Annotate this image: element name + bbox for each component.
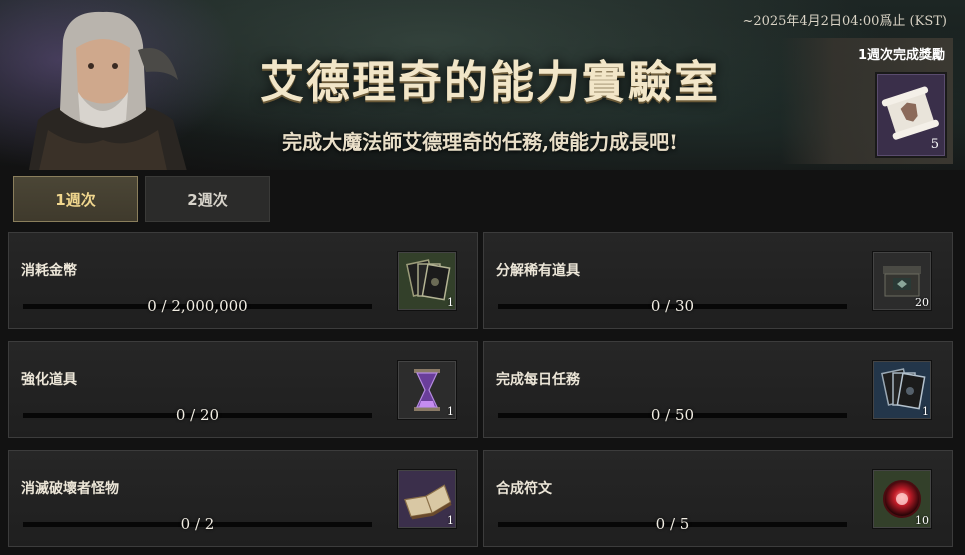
mission-progress-text: 0 / 20 [175,406,220,424]
mission-progress-text: 0 / 2,000,000 [147,297,248,315]
mission-label: 消耗金幣 [21,263,77,279]
mission-label: 合成符文 [496,481,552,497]
weekly-reward-label: 1週次完成獎勵 [857,48,945,63]
mission-card: 合成符文 0 / 5 10 [483,450,953,547]
mission-reward-count: 1 [922,405,929,418]
mission-reward-item[interactable]: 1 [397,251,457,311]
mission-label: 完成每日任務 [496,372,580,388]
mission-label: 分解稀有道具 [496,263,580,279]
mission-progress-text: 0 / 50 [650,406,695,424]
mission-reward-count: 1 [447,296,454,309]
tab-week-1[interactable]: 1週次 [13,176,138,222]
mission-card: 消耗金幣 0 / 2,000,000 1 [8,232,478,329]
mission-reward-count: 10 [915,514,929,527]
mission-card: 完成每日任務 0 / 50 1 [483,341,953,438]
mission-progress-text: 0 / 5 [655,515,690,533]
mission-progress-text: 0 / 2 [180,515,215,533]
mission-card: 消滅破壞者怪物 0 / 2 1 [8,450,478,547]
mission-reward-item[interactable]: 1 [872,360,932,420]
wizard-portrait [28,11,187,170]
mission-label: 消滅破壞者怪物 [21,481,119,497]
mission-progress-text: 0 / 30 [650,297,695,315]
weekly-reward-count: 5 [930,137,939,152]
event-deadline: ~2025年4月2日04:00爲止 (KST) [742,14,947,29]
event-banner: ~2025年4月2日04:00爲止 (KST) 艾德理奇的能力實驗室 完成大魔法… [0,0,965,170]
event-title: 艾德理奇的能力實驗室 [260,57,720,108]
mission-reward-item[interactable]: 1 [397,360,457,420]
mission-reward-item[interactable]: 1 [397,469,457,529]
weekly-reward-item[interactable]: 5 [875,72,947,158]
mission-reward-count: 20 [915,296,929,309]
mission-reward-count: 1 [447,405,454,418]
mission-card: 分解稀有道具 0 / 30 20 [483,232,953,329]
tab-week-2[interactable]: 2週次 [145,176,270,222]
mission-reward-item[interactable]: 20 [872,251,932,311]
mission-card: 強化道具 0 / 20 1 [8,341,478,438]
mission-reward-item[interactable]: 10 [872,469,932,529]
mission-label: 強化道具 [21,372,77,388]
event-subtitle: 完成大魔法師艾德理奇的任務,使能力成長吧! [282,130,678,154]
mission-reward-count: 1 [447,514,454,527]
weekly-reward-panel: 1週次完成獎勵 5 [781,38,953,164]
